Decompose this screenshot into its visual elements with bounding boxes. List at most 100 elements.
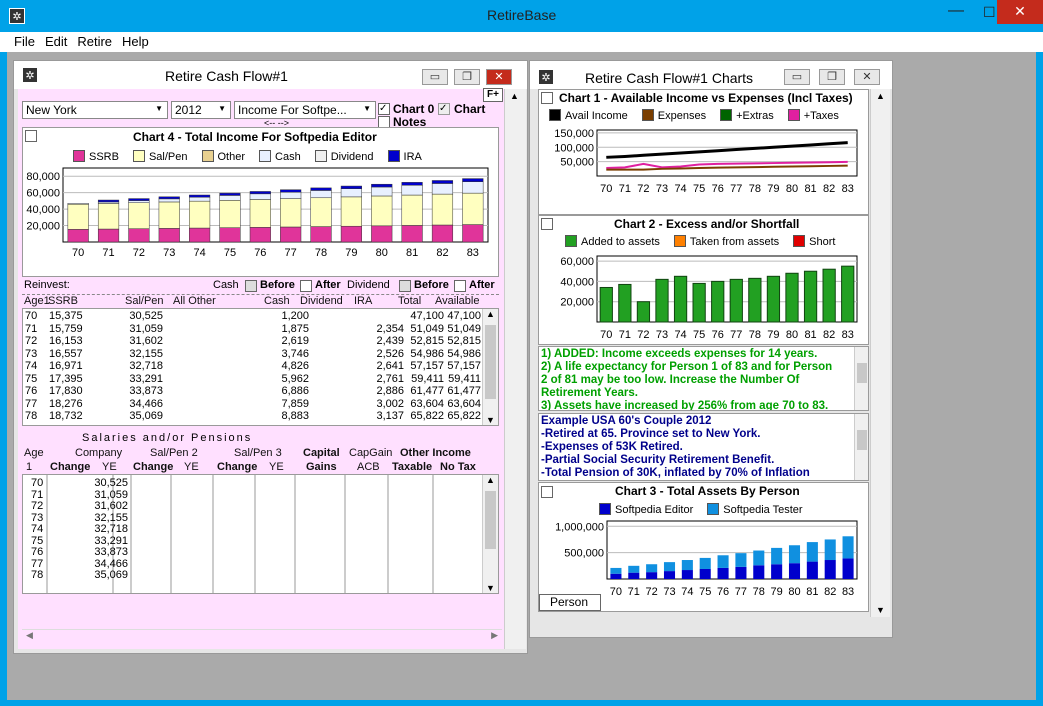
chart4-bar-segment	[310, 197, 332, 227]
scenario-scrollbar[interactable]	[854, 414, 868, 480]
person-tab[interactable]: Person	[539, 594, 601, 611]
x-tick-label: 78	[749, 183, 761, 195]
chart3-checkbox[interactable]	[541, 486, 553, 498]
col-cash: Cash	[264, 295, 290, 307]
scroll-thumb[interactable]	[485, 325, 496, 399]
chart4-checkbox[interactable]	[25, 130, 37, 142]
x-tick-label: 79	[767, 329, 779, 341]
horizontal-scrollbar[interactable]: ◀ ▶	[22, 629, 502, 643]
chart2-bar	[748, 277, 762, 323]
table-row[interactable]: 71 31,059	[23, 489, 483, 501]
minimize-icon[interactable]: ▭	[784, 69, 810, 85]
cash-before-checkbox[interactable]	[245, 280, 257, 292]
table-row[interactable]: 74 16,971 32,718 4,826 2,641 57,157 57,157	[23, 361, 483, 374]
restore-icon[interactable]: ❐	[454, 69, 480, 85]
chart3-editor-bar	[735, 566, 747, 579]
menu-edit[interactable]: Edit	[40, 32, 72, 49]
chart4-bar-segment	[462, 224, 484, 243]
menu-retire[interactable]: Retire	[72, 32, 117, 49]
menu-file[interactable]: File	[9, 32, 40, 49]
chart1-checkbox[interactable]	[541, 92, 553, 104]
table-row[interactable]: 76 33,873	[23, 546, 483, 558]
chart3-editor-bar	[824, 560, 836, 579]
legend-swatch	[599, 503, 611, 515]
table-row[interactable]: 72 31,602	[23, 500, 483, 512]
chart1-legend-item: Avail Income	[549, 109, 628, 122]
x-tick-label: 81	[804, 183, 816, 195]
x-tick-label: 74	[193, 247, 205, 259]
chart4-bar-segment	[310, 187, 332, 191]
chart4-legend-item: Cash	[259, 150, 301, 163]
chart2-legend: Added to assets Taken from assets Short	[565, 234, 870, 248]
table-row[interactable]: 73 32,155	[23, 512, 483, 524]
table-cell: 61,477	[447, 385, 481, 397]
dividend-before-checkbox[interactable]	[399, 280, 411, 292]
chart4-bar-segment	[401, 182, 423, 186]
y-tick-label: 80,000	[26, 171, 60, 183]
legend-label: Sal/Pen	[148, 151, 188, 163]
table-row[interactable]: 70 15,375 30,525 1,200 47,100 47,100	[23, 311, 483, 324]
reinvest-cash-label: Cash	[213, 279, 239, 291]
income-select[interactable]: Income For Softpe... ▼	[234, 101, 376, 119]
notes-scrollbar[interactable]	[854, 347, 868, 410]
salaries-scrollbar[interactable]: ▲ ▼	[482, 475, 498, 593]
dividend-after-checkbox[interactable]	[454, 280, 466, 292]
vertical-scrollbar[interactable]: ▲	[504, 89, 526, 649]
table-row[interactable]: 74 32,718	[23, 523, 483, 535]
table-row[interactable]: 78 35,069	[23, 569, 483, 581]
maximize-icon[interactable]: ☐	[983, 4, 996, 21]
menu-bar: File Edit Retire Help	[0, 32, 1043, 52]
charts-scrollbar[interactable]: ▲ ▼	[870, 89, 890, 617]
table-cell: 35,069	[94, 569, 128, 581]
table-cell: 31,602	[129, 335, 163, 347]
chart0-checkbox[interactable]: ✓	[378, 103, 390, 115]
app-icon[interactable]: ✲	[9, 8, 25, 24]
cash-flow-titlebar: ✲ Retire Cash Flow#1 ▭ ❐ ✕	[14, 61, 527, 89]
table-row[interactable]: 76 17,830 33,873 6,886 2,886 61,477 61,477	[23, 386, 483, 399]
close-icon[interactable]: ✕	[854, 69, 880, 85]
x-tick-label: 82	[436, 247, 448, 259]
table-scrollbar[interactable]: ▲ ▼	[482, 309, 498, 425]
menu-help[interactable]: Help	[117, 32, 154, 49]
cash-after-checkbox[interactable]	[300, 280, 312, 292]
table-row[interactable]: 77 34,466	[23, 558, 483, 570]
window-icon[interactable]: ✲	[22, 67, 38, 83]
chart4-bar-segment	[401, 225, 423, 243]
chart4-bar-segment	[371, 195, 393, 227]
table-cell: 51,049	[410, 322, 444, 335]
x-tick-label: 83	[467, 247, 479, 259]
year-select[interactable]: 2012 ▼	[171, 101, 231, 119]
close-icon[interactable]: ✕	[486, 69, 512, 85]
chart4-legend-item: Other	[201, 150, 245, 163]
province-select[interactable]: New York ▼	[22, 101, 168, 119]
table-cell: 18,276	[49, 397, 83, 410]
chart4-bar-segment	[158, 196, 180, 200]
chart3-editor-bar	[610, 573, 622, 579]
close-icon[interactable]: ✕	[997, 0, 1043, 24]
table-row[interactable]: 78 18,732 35,069 8,883 3,137 65,822 65,822	[23, 411, 483, 424]
font-plus-button[interactable]: F+	[483, 88, 503, 102]
table-row[interactable]: 75 33,291	[23, 535, 483, 547]
chart4-bar-segment	[371, 183, 393, 188]
chart4-bar-segment	[340, 185, 362, 189]
x-tick-label: 73	[656, 329, 668, 341]
table-cell: 2,526	[376, 347, 404, 360]
table-row[interactable]: 70 30,525	[23, 477, 483, 489]
minimize-icon[interactable]: ▭	[422, 69, 448, 85]
chart3-tester-bar	[771, 547, 783, 565]
table-row[interactable]: 72 16,153 31,602 2,619 2,439 52,815 52,815	[23, 336, 483, 349]
chart3-legend-item: Softpedia Tester	[707, 503, 803, 516]
sal-change3: Change	[217, 461, 258, 473]
chart2-checkbox[interactable]	[541, 218, 553, 230]
scroll-thumb[interactable]	[485, 491, 496, 549]
window-icon[interactable]: ✲	[538, 69, 554, 85]
table-cell: 65,822	[410, 410, 444, 422]
restore-icon[interactable]: ❐	[819, 69, 845, 85]
chart3-editor-bar	[628, 572, 640, 579]
chart-checkbox[interactable]: ✓	[438, 103, 450, 115]
chart4-bar-segment	[340, 188, 362, 198]
chart3-tester-bar	[806, 542, 818, 562]
y-tick-label: 60,000	[560, 256, 594, 268]
minimize-icon[interactable]: —	[948, 2, 964, 20]
note-line: -Total Pension of 30K, inflated by 70% o…	[541, 467, 810, 479]
